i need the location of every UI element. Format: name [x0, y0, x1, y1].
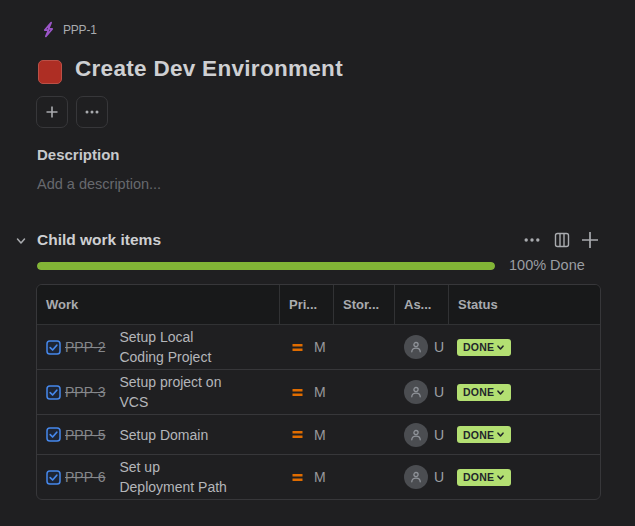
- work-item-name[interactable]: Setup project on VCS: [119, 372, 235, 412]
- progress-bar-fill: [37, 262, 495, 270]
- work-cell: PPP-6 Set up Deployment Path: [37, 457, 280, 497]
- work-item-name[interactable]: Setup Domain: [119, 425, 235, 445]
- breadcrumb: PPP-1: [40, 21, 97, 38]
- table-row: PPP-3 Setup project on VCS M U DONE: [37, 369, 600, 414]
- plus-icon: [43, 103, 61, 121]
- status-label: DONE: [463, 429, 494, 441]
- page-title: Create Dev Environment: [75, 56, 343, 82]
- ellipsis-icon: [523, 231, 541, 249]
- priority-cell[interactable]: M: [280, 469, 334, 485]
- table-row: PPP-6 Set up Deployment Path M U DONE: [37, 454, 600, 499]
- status-label: DONE: [463, 341, 494, 353]
- priority-cell[interactable]: M: [280, 339, 334, 355]
- work-item-key[interactable]: PPP-6: [65, 469, 105, 485]
- status-cell: DONE: [449, 469, 600, 486]
- table-body: PPP-2 Setup Local Coding Project M U DON…: [37, 325, 600, 499]
- priority-medium-icon: [291, 341, 304, 354]
- progress-label: 100% Done: [509, 257, 585, 273]
- priority-medium-icon: [291, 471, 304, 484]
- plus-icon: [581, 231, 599, 249]
- more-actions-button[interactable]: [76, 96, 108, 128]
- assignee-name: U: [434, 384, 444, 400]
- done-checkbox[interactable]: [46, 340, 61, 355]
- person-icon: [409, 470, 423, 484]
- work-item-key[interactable]: PPP-5: [65, 427, 105, 443]
- done-checkbox[interactable]: [46, 470, 61, 485]
- work-cell: PPP-3 Setup project on VCS: [37, 372, 280, 412]
- chevron-down-icon: [496, 343, 505, 352]
- work-item-key[interactable]: PPP-3: [65, 384, 105, 400]
- work-item-key[interactable]: PPP-2: [65, 339, 105, 355]
- assignee-cell[interactable]: U: [395, 423, 449, 447]
- status-label: DONE: [463, 386, 494, 398]
- description-placeholder[interactable]: Add a description...: [37, 176, 161, 192]
- work-item-name[interactable]: Set up Deployment Path: [119, 457, 235, 497]
- description-heading: Description: [37, 146, 120, 163]
- work-cell: PPP-5 Setup Domain: [37, 425, 280, 445]
- ellipsis-icon: [83, 103, 101, 121]
- status-cell: DONE: [449, 384, 600, 401]
- assignee-name: U: [434, 339, 444, 355]
- avatar: [404, 423, 428, 447]
- chevron-down-icon: [496, 430, 505, 439]
- priority-medium-icon: [291, 386, 304, 399]
- priority-label: M: [314, 427, 326, 443]
- avatar: [404, 465, 428, 489]
- column-header-assignee[interactable]: As...: [395, 285, 449, 324]
- priority-cell[interactable]: M: [280, 427, 334, 443]
- priority-label: M: [314, 384, 326, 400]
- assignee-name: U: [434, 469, 444, 485]
- assignee-name: U: [434, 427, 444, 443]
- column-header-work[interactable]: Work: [37, 285, 280, 324]
- assignee-cell[interactable]: U: [395, 335, 449, 359]
- status-badge[interactable]: DONE: [457, 339, 511, 356]
- add-child-item-button[interactable]: [581, 231, 599, 249]
- epic-bolt-icon: [40, 21, 57, 38]
- add-button[interactable]: [36, 96, 68, 128]
- done-checkbox[interactable]: [46, 427, 61, 442]
- assignee-cell[interactable]: U: [395, 380, 449, 404]
- status-label: DONE: [463, 471, 494, 483]
- child-work-items-heading: Child work items: [37, 231, 161, 249]
- child-items-table: Work Pri... Stor... As... Status PPP-2 S…: [36, 284, 601, 500]
- column-header-status[interactable]: Status: [449, 285, 600, 324]
- table-header-row: Work Pri... Stor... As... Status: [37, 285, 600, 325]
- work-item-name[interactable]: Setup Local Coding Project: [119, 327, 235, 367]
- priority-label: M: [314, 339, 326, 355]
- done-checkbox[interactable]: [46, 385, 61, 400]
- table-row: PPP-5 Setup Domain M U DONE: [37, 414, 600, 454]
- priority-label: M: [314, 469, 326, 485]
- column-header-priority[interactable]: Pri...: [280, 285, 334, 324]
- columns-icon: [553, 231, 571, 249]
- work-cell: PPP-2 Setup Local Coding Project: [37, 327, 280, 367]
- chevron-down-icon: [496, 388, 505, 397]
- column-settings-button[interactable]: [553, 231, 571, 249]
- table-row: PPP-2 Setup Local Coding Project M U DON…: [37, 325, 600, 369]
- assignee-cell[interactable]: U: [395, 465, 449, 489]
- status-cell: DONE: [449, 426, 600, 443]
- breadcrumb-item-key[interactable]: PPP-1: [63, 23, 97, 37]
- collapse-chevron-icon[interactable]: [14, 234, 28, 248]
- status-badge[interactable]: DONE: [457, 384, 511, 401]
- person-icon: [409, 385, 423, 399]
- person-icon: [409, 428, 423, 442]
- person-icon: [409, 340, 423, 354]
- priority-medium-icon: [291, 428, 304, 441]
- chevron-down-icon: [496, 473, 505, 482]
- column-header-story[interactable]: Stor...: [334, 285, 395, 324]
- avatar: [404, 380, 428, 404]
- status-badge[interactable]: DONE: [457, 426, 511, 443]
- avatar: [404, 335, 428, 359]
- status-badge[interactable]: DONE: [457, 469, 511, 486]
- progress-bar: [37, 262, 495, 270]
- work-item-color-icon: [38, 60, 62, 84]
- status-cell: DONE: [449, 339, 600, 356]
- child-items-more-button[interactable]: [523, 231, 541, 249]
- priority-cell[interactable]: M: [280, 384, 334, 400]
